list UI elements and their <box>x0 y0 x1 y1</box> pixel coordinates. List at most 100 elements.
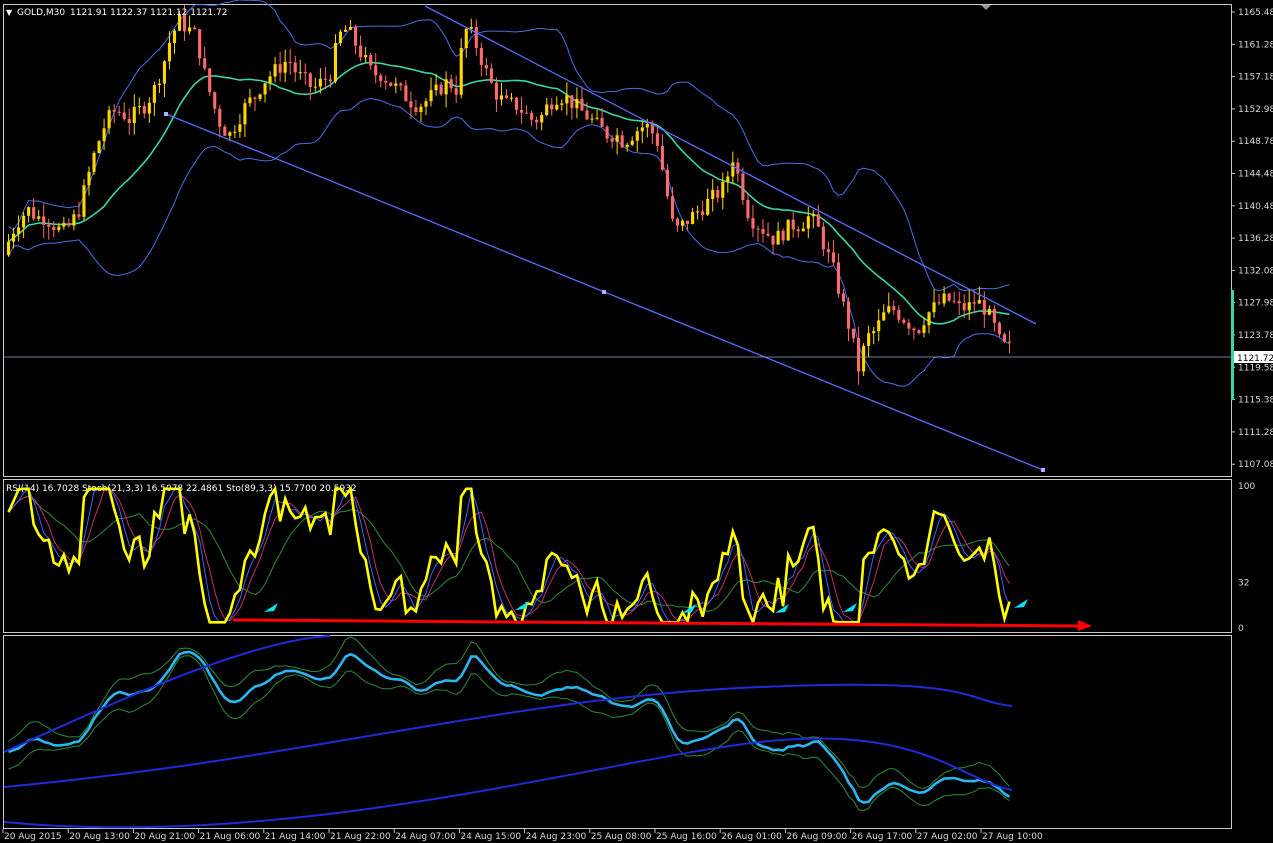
candle-body <box>640 127 644 132</box>
candle-body <box>238 124 242 132</box>
candle-body <box>203 58 207 69</box>
candle-body <box>701 211 705 215</box>
candle-body <box>464 28 468 48</box>
candle-body <box>444 79 448 95</box>
candle-body <box>716 189 720 198</box>
candle-body <box>680 220 685 226</box>
candle-body <box>665 169 670 197</box>
candle-body <box>675 218 680 226</box>
candle-body <box>258 94 262 99</box>
candle-body <box>484 65 488 69</box>
candle-body <box>439 84 443 95</box>
candle-body <box>801 228 805 232</box>
gold-m30-chart[interactable]: 1165.48 1161.28 1157.18 1152.98 1148.78 1144.… <box>0 0 1273 843</box>
candle-body <box>469 27 473 29</box>
candle-body <box>97 141 101 153</box>
candle-body <box>997 322 1001 335</box>
candle-body <box>635 131 639 141</box>
candle-body <box>489 68 493 83</box>
candle-body <box>540 115 544 123</box>
trendline-handle[interactable] <box>164 112 168 116</box>
time-tick-label: 24 Aug 23:00 <box>526 832 587 842</box>
candle-body <box>1002 334 1007 342</box>
candle-body <box>927 312 931 326</box>
candle-body <box>595 117 599 119</box>
candle-body <box>580 98 584 111</box>
candle-body <box>102 128 106 142</box>
candle-body <box>887 306 891 313</box>
price-tick-label: 1111.28 <box>1238 428 1273 438</box>
time-tick-label: 27 Aug 02:00 <box>917 832 978 842</box>
candle-body <box>922 325 926 333</box>
candle-body <box>892 306 896 310</box>
candle-body <box>32 207 36 219</box>
candle-body <box>530 112 534 120</box>
candle-body <box>766 233 770 236</box>
candle-body <box>288 61 292 63</box>
candle-body <box>208 68 212 93</box>
candle-body <box>338 31 343 44</box>
candle-body <box>434 84 438 91</box>
price-tick-label: 1127.98 <box>1238 299 1273 309</box>
candle-body <box>474 27 478 48</box>
candle-body <box>836 262 841 294</box>
candle-body <box>831 252 835 263</box>
candle-body <box>952 300 956 302</box>
candle-body <box>987 308 991 315</box>
candle-body <box>157 83 161 86</box>
candle-body <box>82 185 86 217</box>
candle-body <box>162 61 167 84</box>
candle-body <box>992 308 996 323</box>
candle-body <box>198 29 202 59</box>
price-tick-label: 1119.58 <box>1238 363 1273 373</box>
candle-body <box>147 102 151 114</box>
candle-body <box>565 95 569 104</box>
indicator-header: RSI(14) 16.7028 Stoch(21,3,3) 16.5078 22… <box>6 484 357 494</box>
candle-body <box>223 126 227 136</box>
candle-body <box>645 123 649 128</box>
candle-body <box>932 302 936 313</box>
candle-body <box>37 216 41 219</box>
candle-body <box>942 293 946 304</box>
candle-body <box>816 214 820 227</box>
candle-body <box>897 309 901 320</box>
candle-body <box>127 119 131 124</box>
time-tick-label: 21 Aug 14:00 <box>265 832 326 842</box>
candle-body <box>857 338 861 372</box>
candle-body <box>555 104 559 110</box>
trendline-handle[interactable] <box>602 290 606 294</box>
price-tick-label: 1136.28 <box>1238 234 1273 244</box>
candle-body <box>509 97 514 99</box>
price-tick-label: 1148.78 <box>1238 137 1273 147</box>
candle-body <box>172 30 177 43</box>
candle-body <box>706 198 710 215</box>
candle-body <box>826 249 830 253</box>
candle-body <box>122 112 126 120</box>
candle-body <box>791 219 795 230</box>
dropdown-icon[interactable]: ▼ <box>6 8 13 17</box>
candle-body <box>77 214 81 217</box>
candle-body <box>409 101 413 108</box>
candle-body <box>92 152 96 172</box>
price-tick-label: 1140.48 <box>1238 202 1273 212</box>
candle-body <box>776 230 780 245</box>
time-tick-label: 26 Aug 17:00 <box>852 832 913 842</box>
candle-body <box>756 228 760 230</box>
candle-body <box>786 219 790 241</box>
candle-body <box>570 95 574 109</box>
candle-body <box>962 303 966 311</box>
candle-body <box>6 241 11 256</box>
candle-body <box>152 85 156 103</box>
candle-body <box>57 226 61 231</box>
candle-body <box>404 85 408 102</box>
candle-body <box>328 79 332 82</box>
candle-body <box>947 293 951 301</box>
candle-body <box>248 97 252 104</box>
candle-body <box>620 135 624 148</box>
candle-body <box>313 86 317 88</box>
candle-body <box>359 45 363 58</box>
osc-tick-label: 32 <box>1238 579 1249 589</box>
candle-body <box>298 72 302 74</box>
trendline-handle[interactable] <box>1041 468 1045 472</box>
candle-body <box>449 79 453 89</box>
